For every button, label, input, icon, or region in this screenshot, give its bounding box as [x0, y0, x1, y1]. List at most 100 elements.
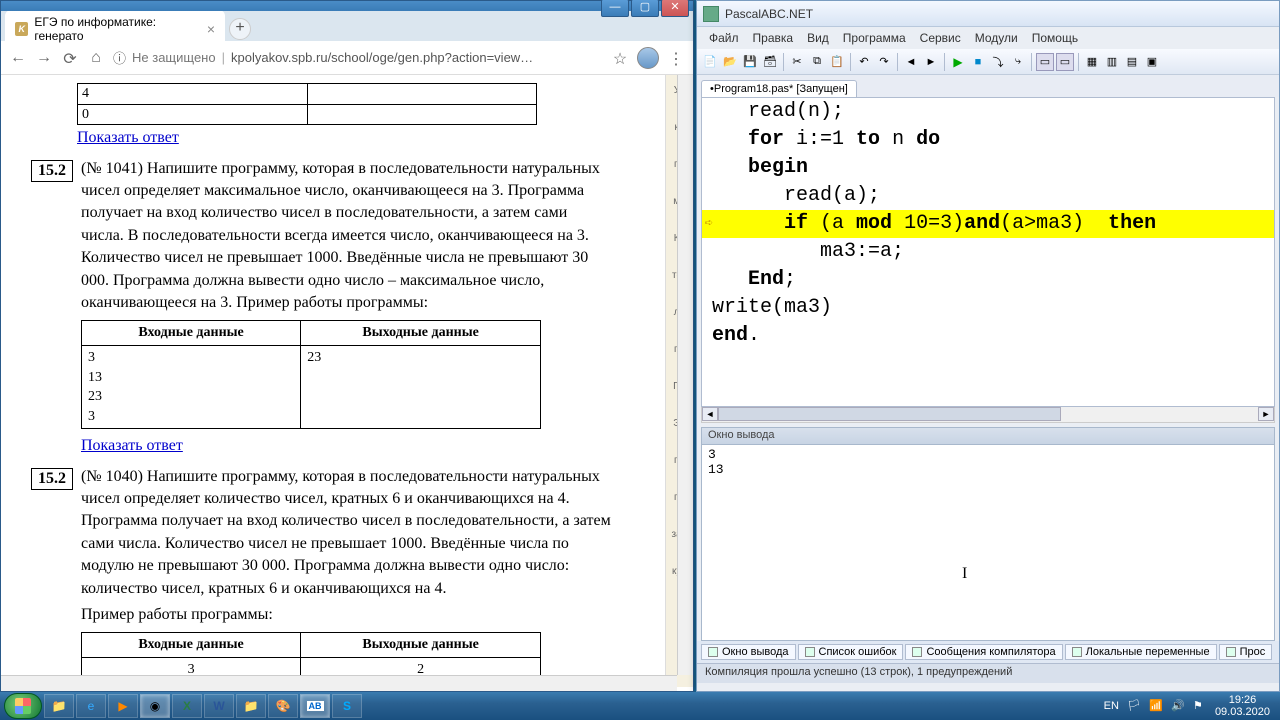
- bottom-tab[interactable]: Сообщения компилятора: [905, 644, 1062, 660]
- save-all-icon[interactable]: 🗃: [761, 53, 779, 71]
- taskbar-item-pascalabc[interactable]: AB: [300, 694, 330, 718]
- taskbar-item-paint[interactable]: 🎨: [268, 694, 298, 718]
- navigate-fwd-icon[interactable]: ►: [922, 53, 940, 71]
- url-input[interactable]: ⓘ Не защищено | kpolyakov.spb.ru/school/…: [113, 48, 603, 67]
- layout-icon[interactable]: ▦: [1083, 53, 1101, 71]
- folder-icon: 📁: [244, 699, 259, 713]
- taskbar-item-chrome[interactable]: ◉: [140, 694, 170, 718]
- navigate-back-icon[interactable]: ◄: [902, 53, 920, 71]
- copy-icon[interactable]: ⧉: [808, 53, 826, 71]
- panel2-icon[interactable]: ▭: [1056, 53, 1074, 71]
- tray-network-icon[interactable]: 📶: [1149, 699, 1163, 713]
- tab-close-icon[interactable]: ×: [207, 21, 215, 37]
- table-header: Входные данные: [82, 321, 301, 346]
- task-example-label: Пример работы программы:: [81, 604, 611, 626]
- nav-back-button[interactable]: ←: [9, 49, 27, 67]
- open-file-icon[interactable]: 📂: [721, 53, 739, 71]
- menu-item-вид[interactable]: Вид: [801, 29, 835, 47]
- bottom-tab[interactable]: Прос: [1219, 644, 1273, 660]
- ide-app-icon: [703, 6, 719, 22]
- step-into-icon[interactable]: ⤷: [1009, 53, 1027, 71]
- vertical-scrollbar[interactable]: [677, 75, 693, 675]
- taskbar-item-ie[interactable]: e: [76, 694, 106, 718]
- browser-window: — ▢ ✕ K ЕГЭ по информатике: генерато × +…: [0, 0, 694, 692]
- tab-strip: K ЕГЭ по информатике: генерато × +: [1, 11, 693, 41]
- excel-icon: X: [183, 699, 191, 713]
- menu-item-помощь[interactable]: Помощь: [1026, 29, 1084, 47]
- ide-menubar: ФайлПравкаВидПрограммаСервисМодулиПомощь: [697, 27, 1279, 49]
- output-panel[interactable]: 3 13 I: [701, 445, 1275, 641]
- layout4-icon[interactable]: ▣: [1143, 53, 1161, 71]
- skype-icon: S: [343, 699, 351, 713]
- ide-window: PascalABC.NET ФайлПравкаВидПрограммаСерв…: [696, 0, 1280, 692]
- tray-flag-icon[interactable]: 🏳: [1127, 699, 1141, 713]
- task-number-badge: 15.2: [31, 468, 73, 490]
- task-text: Напишите программу, которая в последоват…: [81, 468, 611, 597]
- start-button[interactable]: [4, 693, 42, 719]
- tray-sound-icon[interactable]: 🔊: [1171, 699, 1185, 713]
- layout3-icon[interactable]: ▤: [1123, 53, 1141, 71]
- tray-action-icon[interactable]: ⚑: [1193, 699, 1207, 713]
- output-panel-title: Окно вывода: [701, 427, 1275, 445]
- taskbar-item-excel[interactable]: X: [172, 694, 202, 718]
- io-table: Входные данныеВыходные данные 3 13 23 32…: [81, 320, 541, 429]
- profile-avatar[interactable]: [637, 47, 659, 69]
- browser-tab[interactable]: K ЕГЭ по информатике: генерато ×: [5, 10, 225, 48]
- menu-item-модули[interactable]: Модули: [969, 29, 1024, 47]
- menu-item-файл[interactable]: Файл: [703, 29, 745, 47]
- code-horizontal-scrollbar[interactable]: ◄►: [701, 407, 1275, 423]
- ie-icon: e: [88, 699, 95, 713]
- windows-taskbar: 📁 e ▶ ◉ X W 📁 🎨 AB S EN 🏳 📶 🔊 ⚑ 19:26 09…: [0, 692, 1280, 720]
- task-id: (№ 1040): [81, 468, 143, 485]
- step-over-icon[interactable]: ⤵: [989, 53, 1007, 71]
- bottom-tab[interactable]: Окно вывода: [701, 644, 796, 660]
- horizontal-scrollbar[interactable]: [1, 675, 677, 691]
- window-maximize-button[interactable]: ▢: [631, 0, 659, 17]
- menu-item-сервис[interactable]: Сервис: [914, 29, 967, 47]
- ide-toolbar: 📄 📂 💾 🗃 ✂ ⧉ 📋 ↶ ↷ ◄ ► ▶ ■ ⤵ ⤷ ▭ ▭ ▦ ▥ ▤ …: [697, 49, 1279, 75]
- layout2-icon[interactable]: ▥: [1103, 53, 1121, 71]
- undo-icon[interactable]: ↶: [855, 53, 873, 71]
- taskbar-item-skype[interactable]: S: [332, 694, 362, 718]
- ide-file-tab[interactable]: •Program18.pas* [Запущен]: [701, 80, 857, 97]
- table-header: Входные данные: [82, 633, 301, 658]
- output-text: 3 13: [708, 447, 724, 477]
- taskbar-item-folder2[interactable]: 📁: [236, 694, 266, 718]
- pascalabc-icon: AB: [307, 701, 324, 711]
- taskbar-item-explorer[interactable]: 📁: [44, 694, 74, 718]
- task-block: 15.2 (№ 1040) Напишите программу, котора…: [31, 466, 683, 687]
- code-editor[interactable]: read(n); for i:=1 to n do begin read(a);…: [701, 97, 1275, 407]
- bottom-tab[interactable]: Список ошибок: [798, 644, 904, 660]
- save-icon[interactable]: 💾: [741, 53, 759, 71]
- taskbar-clock[interactable]: 19:26 09.03.2020: [1215, 694, 1270, 718]
- task-block: 15.2 (№ 1041) Напишите программу, котора…: [31, 158, 683, 458]
- new-file-icon[interactable]: 📄: [701, 53, 719, 71]
- table-cell: 3 13 23 3: [82, 345, 301, 428]
- browser-menu-icon[interactable]: ⋮: [667, 49, 685, 67]
- menu-item-правка[interactable]: Правка: [747, 29, 800, 47]
- bookmark-star-icon[interactable]: ☆: [611, 49, 629, 67]
- browser-titlebar: — ▢ ✕: [1, 1, 693, 11]
- clock-date: 09.03.2020: [1215, 706, 1270, 718]
- window-minimize-button[interactable]: —: [601, 0, 629, 17]
- ide-status-bar: Компиляция прошла успешно (13 строк), 1 …: [697, 663, 1279, 683]
- bottom-tab[interactable]: Локальные переменные: [1065, 644, 1217, 660]
- taskbar-item-wmp[interactable]: ▶: [108, 694, 138, 718]
- taskbar-item-word[interactable]: W: [204, 694, 234, 718]
- cut-icon[interactable]: ✂: [788, 53, 806, 71]
- panel-icon[interactable]: ▭: [1036, 53, 1054, 71]
- stop-icon[interactable]: ■: [969, 53, 987, 71]
- table-cell: 4: [78, 84, 308, 105]
- redo-icon[interactable]: ↷: [875, 53, 893, 71]
- show-answer-link[interactable]: Показать ответ: [77, 129, 179, 146]
- nav-reload-button[interactable]: ⟳: [61, 49, 79, 67]
- nav-forward-button[interactable]: →: [35, 49, 53, 67]
- menu-item-программа[interactable]: Программа: [837, 29, 912, 47]
- new-tab-button[interactable]: +: [229, 18, 251, 40]
- run-icon[interactable]: ▶: [949, 53, 967, 71]
- lang-indicator[interactable]: EN: [1104, 700, 1119, 712]
- nav-home-button[interactable]: ⌂: [87, 49, 105, 67]
- paste-icon[interactable]: 📋: [828, 53, 846, 71]
- show-answer-link[interactable]: Показать ответ: [81, 437, 183, 454]
- window-close-button[interactable]: ✕: [661, 0, 689, 17]
